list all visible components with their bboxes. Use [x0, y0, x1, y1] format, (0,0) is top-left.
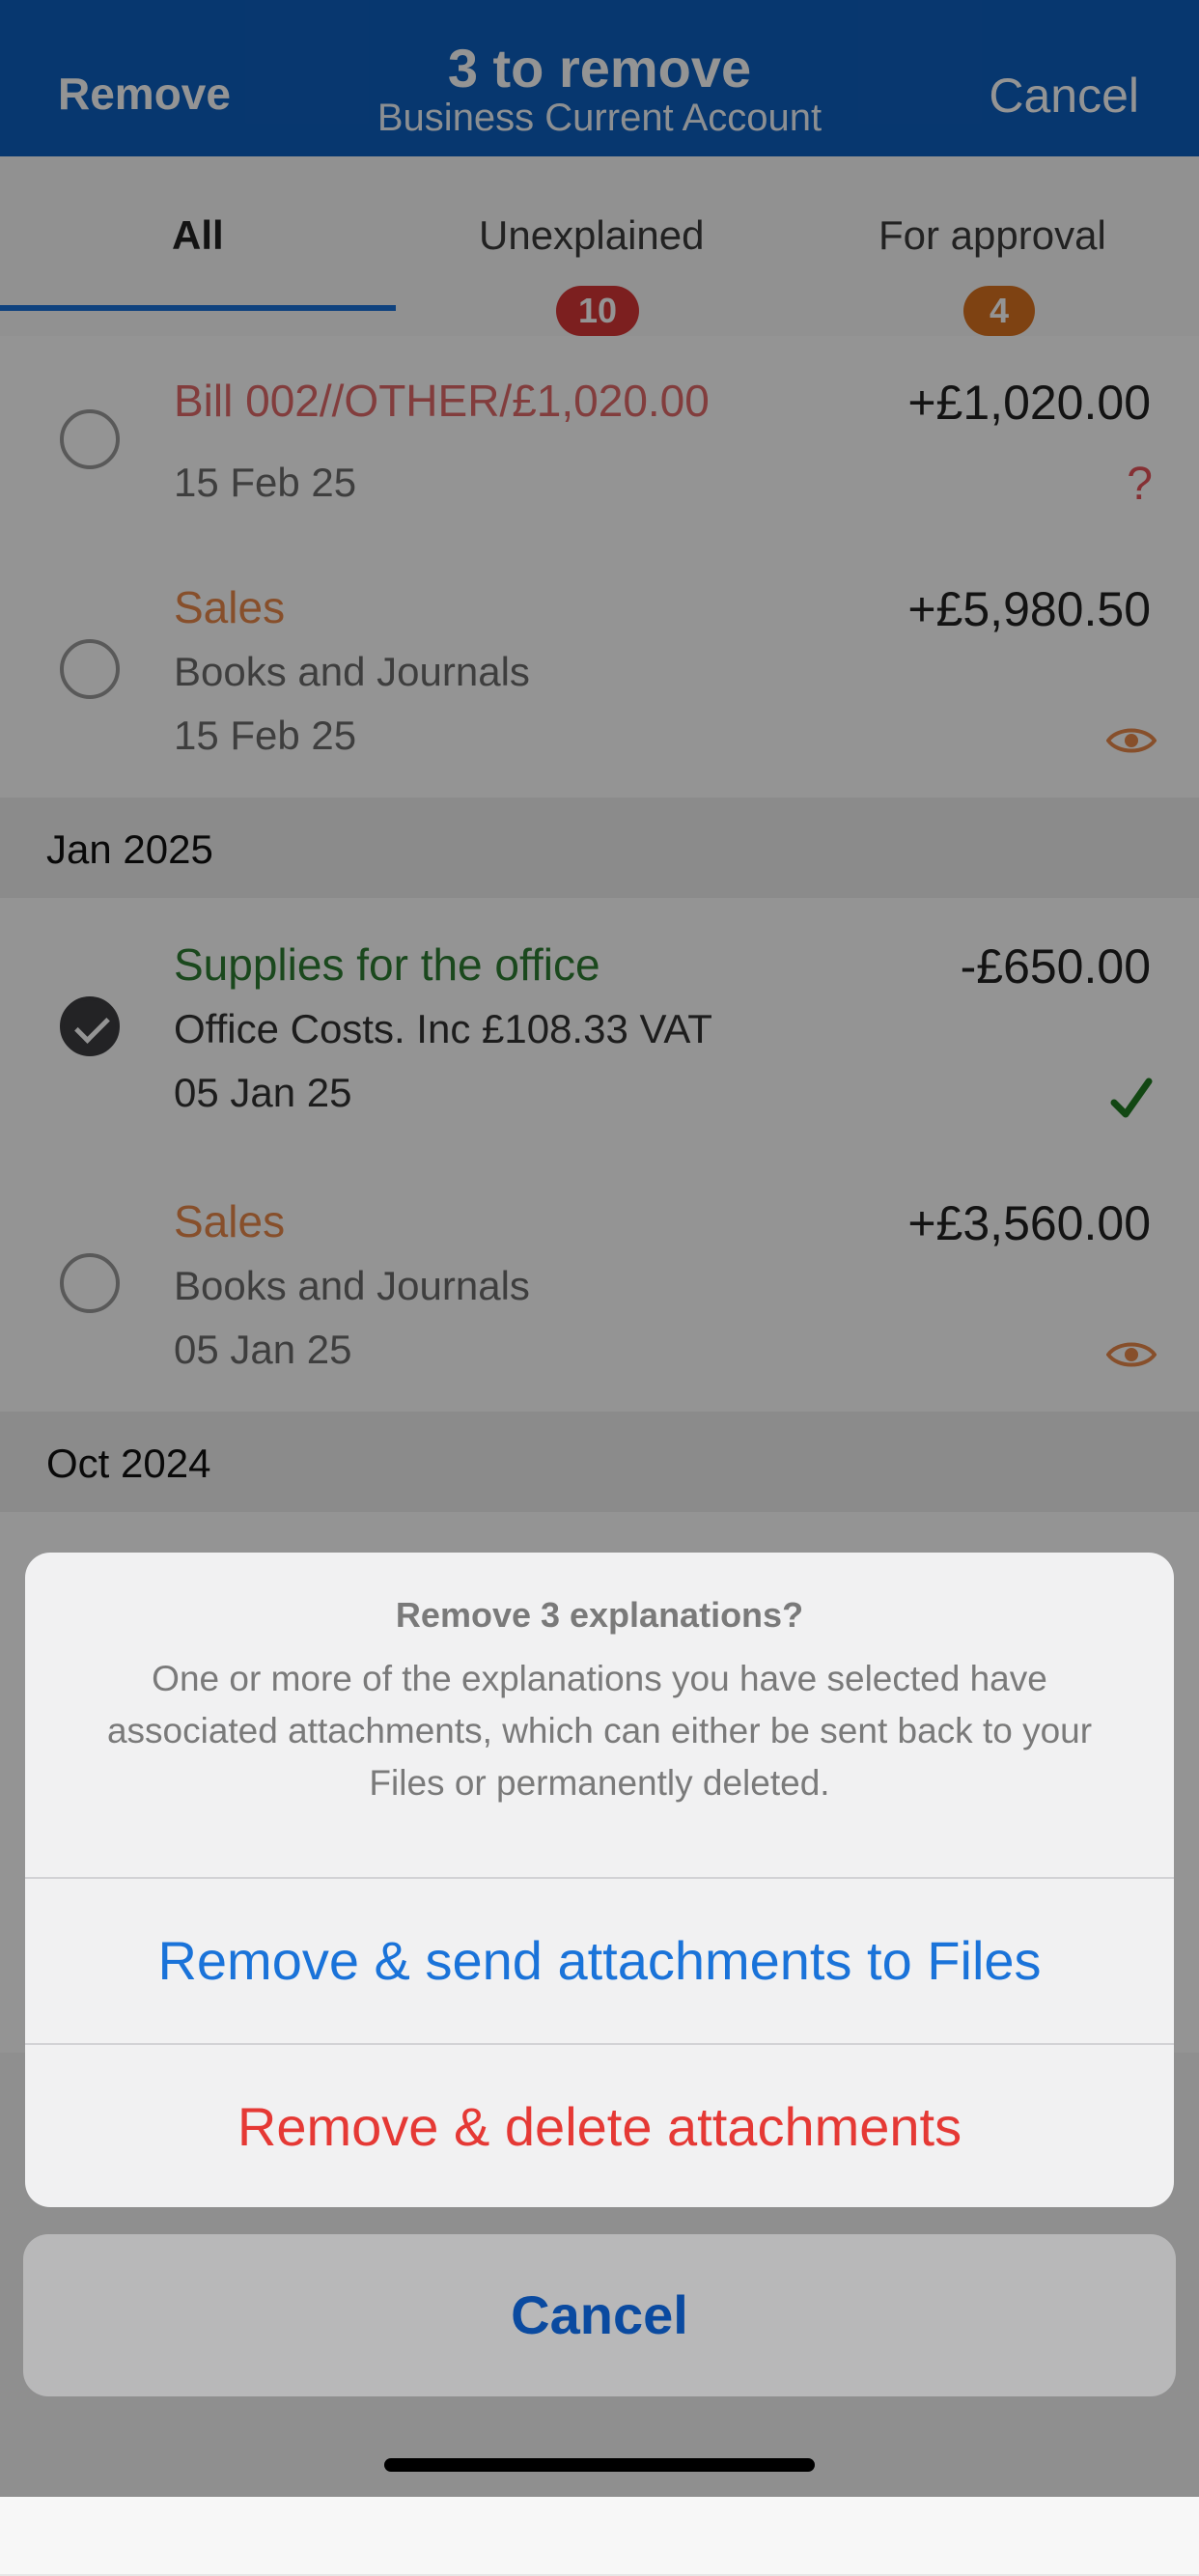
sheet-message: One or more of the explanations you have…: [106, 1659, 1093, 1803]
sheet-cancel-button[interactable]: Cancel: [23, 2234, 1176, 2396]
app-screen: Remove 3 to remove Business Current Acco…: [0, 0, 1199, 2576]
home-indicator[interactable]: [384, 2458, 815, 2472]
sheet-title: Remove 3 explanations?: [395, 1595, 804, 1635]
cancel-label: Cancel: [511, 2284, 688, 2345]
remove-delete-attachments-button[interactable]: Remove & delete attachments: [25, 2045, 1174, 2207]
remove-send-to-files-button[interactable]: Remove & send attachments to Files: [25, 1879, 1174, 2043]
remove-action-sheet: Remove 3 explanations? One or more of th…: [25, 1553, 1174, 2207]
